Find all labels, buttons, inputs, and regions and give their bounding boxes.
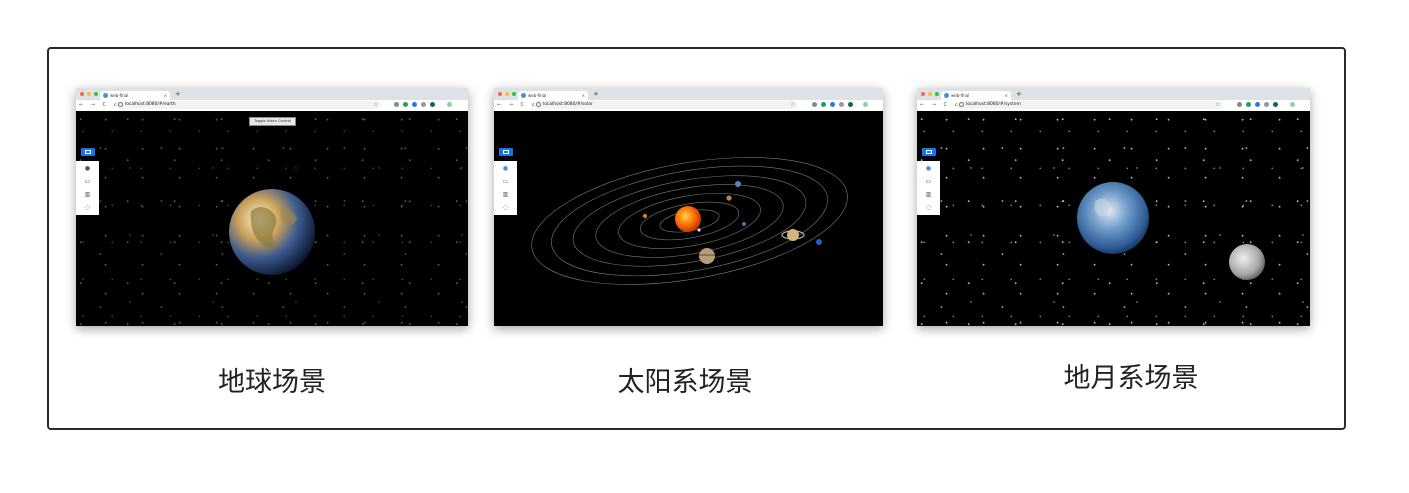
profile-avatar[interactable] [863, 102, 868, 107]
extension-icon[interactable] [394, 102, 399, 107]
tab-title: web-final [528, 93, 547, 98]
extension-icon[interactable] [1255, 102, 1260, 107]
browser-chrome: web-final × + ← → C ⌂ localhost:8080/#/s… [917, 88, 1310, 112]
address-bar[interactable]: localhost:8080/#/earth ☆ [116, 101, 381, 109]
tab-strip: web-final × + [917, 88, 1310, 100]
minimize-window-dot[interactable] [505, 92, 509, 96]
close-window-dot[interactable] [80, 92, 84, 96]
close-window-dot[interactable] [921, 92, 925, 96]
extension-icon[interactable] [1246, 102, 1251, 107]
planet-band [699, 254, 715, 256]
bookmark-star-icon[interactable]: ☆ [374, 101, 378, 109]
address-bar[interactable]: localhost:8080/#/solar ☆ [534, 101, 798, 109]
site-info-icon[interactable] [959, 102, 964, 107]
site-info-icon[interactable] [536, 102, 541, 107]
saturn [787, 229, 799, 241]
address-url: localhost:8080/#/earth [125, 102, 176, 107]
planet [816, 239, 822, 245]
planet [726, 195, 732, 201]
new-tab-button[interactable]: + [1016, 90, 1022, 99]
favicon-icon [521, 93, 526, 98]
address-url: localhost:8080/#/system [966, 102, 1021, 107]
site-info-icon[interactable] [118, 102, 123, 107]
new-tab-button[interactable]: + [175, 90, 181, 99]
earth [1077, 182, 1149, 254]
profile-avatar[interactable] [447, 102, 452, 107]
planet [642, 213, 648, 219]
new-tab-button[interactable]: + [593, 90, 599, 99]
minimize-window-dot[interactable] [928, 92, 932, 96]
planet [735, 181, 741, 187]
extension-icon[interactable] [430, 102, 435, 107]
extension-icon[interactable] [1264, 102, 1269, 107]
maximize-window-dot[interactable] [935, 92, 939, 96]
extension-icon[interactable] [403, 102, 408, 107]
address-bar[interactable]: localhost:8080/#/system ☆ [957, 101, 1223, 109]
address-url: localhost:8080/#/solar [543, 102, 593, 107]
earth-moon-system [1077, 182, 1265, 280]
caption-earth-moon: 地月系场景 [1063, 363, 1199, 394]
extension-icon[interactable] [1237, 102, 1242, 107]
extension-icons[interactable] [394, 102, 452, 107]
caption-earth: 地球场景 [218, 367, 326, 398]
scene-viewport[interactable]: ● ▭ ▥ ◌ [917, 111, 1310, 326]
planet [742, 222, 746, 226]
window-controls[interactable] [498, 92, 516, 96]
scene-viewport[interactable]: Toggle Video Control ● ▭ ▥ ◌ [76, 111, 468, 326]
maximize-window-dot[interactable] [512, 92, 516, 96]
extension-icon[interactable] [412, 102, 417, 107]
browser-tab[interactable]: web-final × [100, 91, 170, 100]
favicon-icon [103, 93, 108, 98]
extension-icon[interactable] [848, 102, 853, 107]
nav-buttons[interactable]: ← → C ⌂ [79, 101, 120, 110]
browser-tab[interactable]: web-final × [941, 91, 1011, 100]
window-controls[interactable] [921, 92, 939, 96]
planet [697, 228, 701, 232]
extension-icon[interactable] [821, 102, 826, 107]
tab-close-icon[interactable]: × [1005, 91, 1008, 100]
tab-title: web-final [951, 93, 970, 98]
sun [675, 206, 701, 232]
extension-icon[interactable] [830, 102, 835, 107]
scene-viewport[interactable]: ● ▭ ▥ ◌ [494, 111, 883, 326]
browser-chrome: web-final × + ← → C ⌂ localhost:8080/#/e… [76, 88, 468, 112]
extension-icons[interactable] [812, 102, 868, 107]
caption-solar: 太阳系场景 [617, 367, 753, 398]
tab-close-icon[interactable]: × [164, 91, 167, 100]
tab-close-icon[interactable]: × [582, 91, 585, 100]
earth-globe [229, 189, 315, 275]
tab-strip: web-final × + [76, 88, 468, 100]
minimize-window-dot[interactable] [87, 92, 91, 96]
extension-icon[interactable] [812, 102, 817, 107]
close-window-dot[interactable] [498, 92, 502, 96]
extension-icon[interactable] [839, 102, 844, 107]
screenshot-earth: web-final × + ← → C ⌂ localhost:8080/#/e… [76, 88, 468, 326]
nav-buttons[interactable]: ← → C ⌂ [920, 101, 961, 110]
browser-tab[interactable]: web-final × [518, 91, 588, 100]
nav-buttons[interactable]: ← → C ⌂ [497, 101, 538, 110]
maximize-window-dot[interactable] [94, 92, 98, 96]
favicon-icon [944, 93, 949, 98]
extension-icon[interactable] [421, 102, 426, 107]
profile-avatar[interactable] [1290, 102, 1295, 107]
bookmark-star-icon[interactable]: ☆ [791, 101, 795, 109]
tab-strip: web-final × + [494, 88, 883, 100]
browser-chrome: web-final × + ← → C ⌂ localhost:8080/#/s… [494, 88, 883, 112]
moon [1229, 244, 1265, 280]
extension-icons[interactable] [1237, 102, 1295, 107]
solar-system [531, 157, 848, 285]
bookmark-star-icon[interactable]: ☆ [1216, 101, 1220, 109]
screenshot-earth-moon: web-final × + ← → C ⌂ localhost:8080/#/s… [917, 88, 1310, 326]
extension-icon[interactable] [1273, 102, 1278, 107]
window-controls[interactable] [80, 92, 98, 96]
screenshot-solar: web-final × + ← → C ⌂ localhost:8080/#/s… [494, 88, 883, 326]
tab-title: web-final [110, 93, 129, 98]
